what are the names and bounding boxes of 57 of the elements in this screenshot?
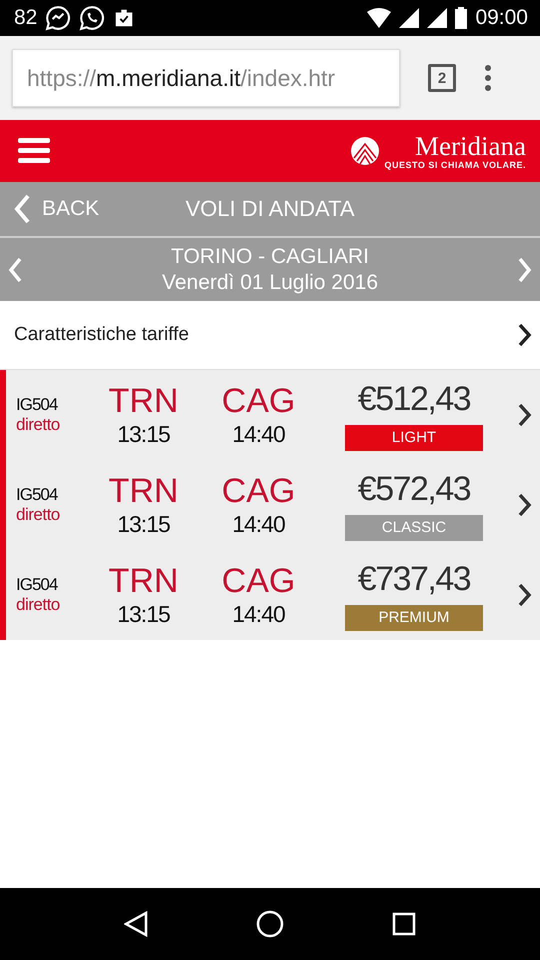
departure-time: 13:15 [117, 420, 170, 448]
flight-code: IG504 [16, 485, 59, 505]
arrival-airport: CAG [222, 382, 296, 420]
briefcase-check-icon [113, 7, 136, 29]
wifi-icon [367, 8, 392, 28]
signal-icon [427, 8, 448, 28]
more-options-icon[interactable] [484, 65, 492, 91]
clock-time: 09:00 [475, 6, 528, 30]
flight-type: diretto [16, 505, 61, 525]
notification-count: 82 [14, 6, 38, 30]
flight-type: diretto [16, 415, 61, 435]
brand-name: Meridiana [415, 132, 526, 160]
flight-code: IG504 [16, 395, 59, 415]
flight-row[interactable]: IG504 diretto TRN 13:15 CAG 14:40 €572,43 CLASSIC [0, 460, 540, 550]
chevron-right-icon [518, 403, 532, 427]
next-day-icon[interactable] [518, 256, 532, 282]
fare-info-label: Caratteristiche tariffe [14, 324, 189, 346]
flight-row[interactable]: IG504 diretto TRN 13:15 CAG 14:40 €512,43 LIGHT [0, 370, 540, 460]
arrival-time: 14:40 [232, 510, 285, 538]
fare-price: €572,43 [358, 470, 470, 508]
arrival-time: 14:40 [232, 600, 285, 628]
home-circle-icon[interactable] [256, 910, 284, 938]
chat-bubble-icon [45, 5, 72, 31]
fare-price: €512,43 [358, 380, 470, 418]
arrival-airport: CAG [222, 562, 296, 600]
url-field[interactable]: https://m.meridiana.it/index.htr [12, 49, 400, 107]
departure-airport: TRN [108, 382, 178, 420]
tab-count-button[interactable]: 2 [428, 64, 456, 92]
chevron-right-icon [518, 323, 532, 347]
flight-date: Venerdì 01 Luglio 2016 [162, 270, 378, 296]
route-cities: TORINO - CAGLIARI [171, 244, 369, 270]
fare-badge: PREMIUM [345, 604, 483, 630]
departure-airport: TRN [108, 472, 178, 510]
departure-time: 13:15 [117, 510, 170, 538]
arrival-time: 14:40 [232, 420, 285, 448]
departure-time: 13:15 [117, 600, 170, 628]
chevron-right-icon [518, 583, 532, 607]
brand-tagline: QUESTO SI CHIAMA VOLARE. [384, 160, 526, 170]
back-triangle-icon[interactable] [124, 911, 148, 937]
arrival-airport: CAG [222, 472, 296, 510]
flight-code: IG504 [16, 575, 59, 595]
phone-bubble-icon [79, 5, 106, 31]
chevron-right-icon [518, 493, 532, 517]
logo-mark-icon [350, 136, 380, 166]
fare-price: €737,43 [358, 560, 470, 598]
recents-square-icon[interactable] [392, 912, 416, 936]
flight-type: diretto [16, 595, 61, 615]
signal-icon [399, 8, 420, 28]
previous-day-icon[interactable] [8, 256, 22, 282]
menu-icon[interactable] [18, 138, 50, 164]
chevron-left-icon [14, 194, 30, 224]
fare-badge: LIGHT [345, 424, 483, 450]
fare-badge: CLASSIC [345, 514, 483, 540]
battery-icon [455, 7, 468, 29]
flight-row[interactable]: IG504 diretto TRN 13:15 CAG 14:40 €737,43 PREMIUM [0, 550, 540, 640]
departure-airport: TRN [108, 562, 178, 600]
page-title: VOLI DI ANDATA [185, 196, 355, 222]
